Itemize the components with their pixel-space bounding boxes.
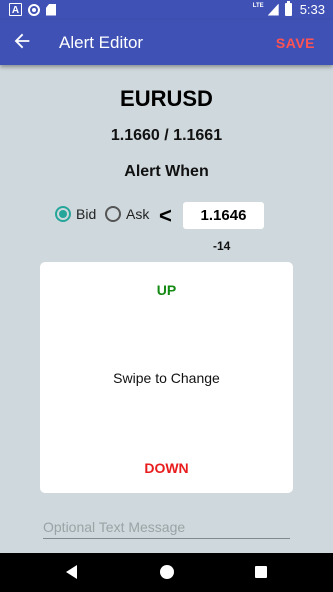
status-time: 5:33 — [299, 2, 325, 17]
price-input[interactable] — [183, 202, 264, 229]
bid-radio[interactable]: Bid — [55, 206, 96, 222]
bid-ask-quote: 1.1660 / 1.1661 — [110, 127, 223, 144]
message-input[interactable] — [43, 516, 290, 539]
bid-radio-label: Bid — [76, 206, 97, 222]
system-nav-bar — [0, 553, 333, 592]
status-right: LTE 5:33 — [252, 1, 325, 17]
sd-card-icon — [46, 3, 56, 16]
arrow-left-icon[interactable] — [11, 30, 33, 52]
network-type: LTE — [252, 3, 264, 9]
swipe-hint: Swipe to Change — [113, 370, 220, 386]
instrument-symbol: EURUSD — [120, 86, 213, 111]
status-bar: A LTE 5:33 — [0, 0, 333, 20]
nav-home-icon[interactable] — [160, 565, 174, 579]
signal-icon — [267, 3, 279, 16]
ask-radio-label: Ask — [126, 206, 150, 222]
up-label: UP — [156, 282, 177, 298]
bid-radio-indicator[interactable] — [55, 206, 71, 222]
app-bar: Alert Editor SAVE — [0, 20, 333, 65]
status-left: A — [9, 3, 56, 16]
sync-circle-icon — [28, 3, 40, 16]
down-label: DOWN — [144, 460, 189, 476]
comparison-operator[interactable]: < — [159, 203, 172, 229]
alert-when-heading: Alert When — [124, 163, 209, 180]
nav-back-icon[interactable] — [66, 565, 77, 579]
battery-icon — [284, 1, 292, 16]
pips-difference: -14 — [213, 239, 231, 253]
nav-recents-icon[interactable] — [255, 566, 267, 578]
save-button[interactable]: SAVE — [276, 35, 315, 51]
ask-radio[interactable]: Ask — [105, 206, 149, 222]
ask-radio-indicator[interactable] — [105, 206, 121, 222]
direction-swipe-card[interactable]: UP Swipe to Change DOWN — [40, 262, 293, 493]
page-title: Alert Editor — [59, 33, 144, 52]
accessibility-a-icon: A — [9, 3, 22, 16]
